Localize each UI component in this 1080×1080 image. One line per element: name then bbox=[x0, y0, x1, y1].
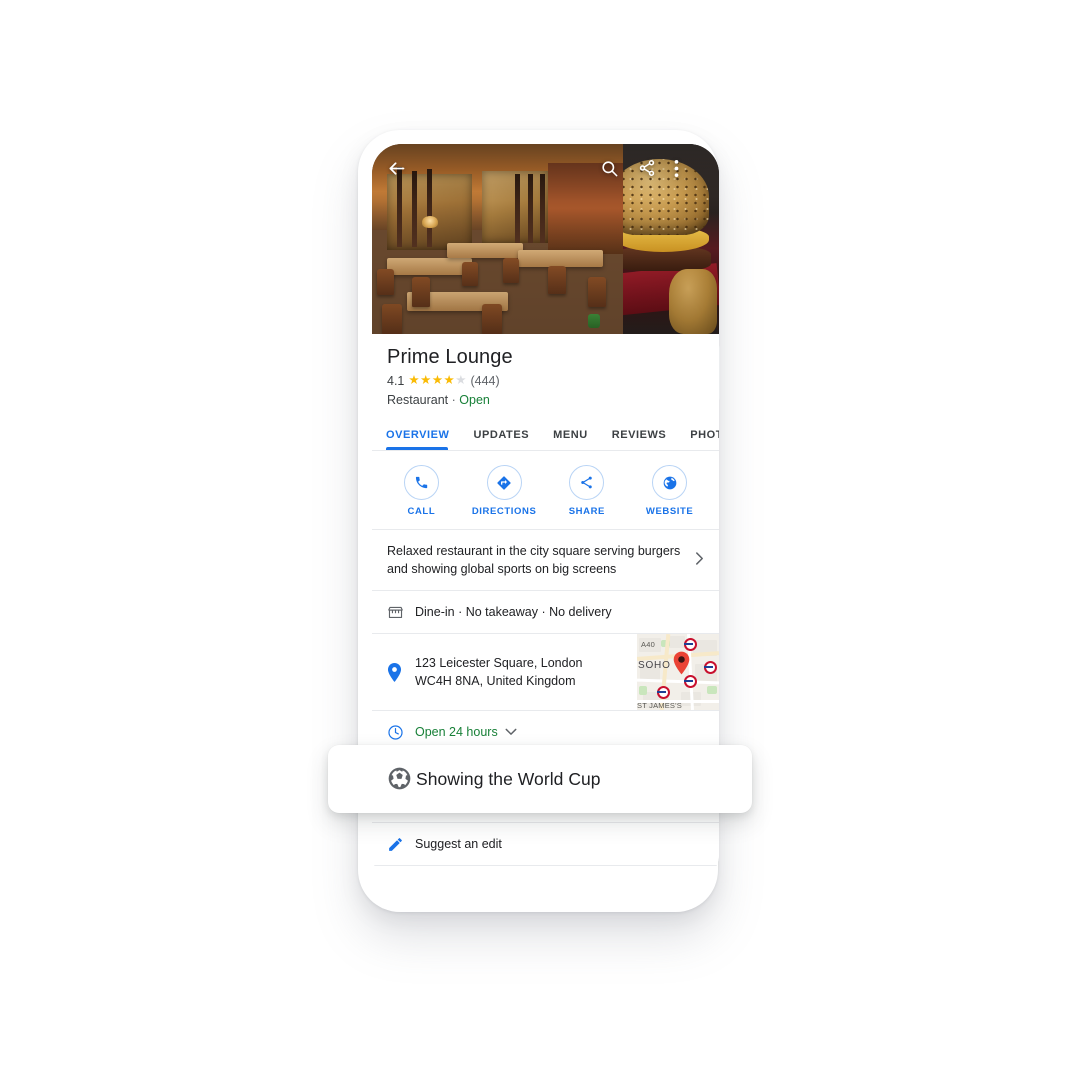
address-line-2: WC4H 8NA, United Kingdom bbox=[415, 674, 576, 689]
pencil-icon bbox=[387, 836, 415, 853]
website-button-circle bbox=[652, 465, 688, 500]
call-button[interactable]: CALL bbox=[385, 465, 457, 517]
chevron-right-icon[interactable] bbox=[687, 551, 704, 570]
tab-menu[interactable]: MENU bbox=[541, 430, 600, 450]
showing-world-cup-card[interactable]: Showing the World Cup bbox=[328, 745, 752, 813]
map-label-st-jamess: ST JAMES'S bbox=[637, 701, 682, 711]
page-title: Prime Lounge bbox=[387, 346, 513, 368]
showing-world-cup-label: Showing the World Cup bbox=[416, 768, 601, 789]
hours-content: Open 24 hours bbox=[415, 723, 704, 741]
description-row[interactable]: Relaxed restaurant in the city square se… bbox=[372, 530, 719, 592]
star-filled: ★ bbox=[420, 373, 432, 388]
map-thumbnail[interactable]: A40 SOHO ST JAMES'S bbox=[637, 634, 719, 711]
rating-row[interactable]: 4.1 ★ ★ ★ ★ ★ (444) bbox=[387, 374, 704, 388]
address-row[interactable]: 123 Leicester Square, London WC4H 8NA, U… bbox=[372, 634, 719, 712]
map-label-a40: A40 bbox=[641, 640, 655, 650]
separator-dot: · bbox=[451, 393, 456, 407]
suggest-edit-text: Suggest an edit bbox=[415, 837, 502, 852]
address-left: 123 Leicester Square, London WC4H 8NA, U… bbox=[372, 634, 637, 710]
website-button-label: WEBSITE bbox=[645, 506, 694, 517]
rating-stars: ★ ★ ★ ★ ★ bbox=[408, 374, 466, 387]
back-arrow-icon[interactable] bbox=[383, 155, 409, 181]
tab-updates[interactable]: UPDATES bbox=[462, 430, 542, 450]
photo-gallery-strip[interactable] bbox=[372, 144, 719, 334]
category-status-row: Restaurant · Open bbox=[387, 393, 704, 407]
tab-reviews[interactable]: REVIEWS bbox=[600, 430, 679, 450]
chevron-down-icon[interactable] bbox=[505, 723, 517, 741]
tab-bar: OVERVIEW UPDATES MENU REVIEWS PHOTOS bbox=[372, 417, 719, 451]
tab-photos[interactable]: PHOTOS bbox=[678, 430, 719, 450]
description-text: Relaxed restaurant in the city square se… bbox=[387, 544, 681, 577]
star-filled: ★ bbox=[431, 373, 444, 388]
address-line-1: 123 Leicester Square, London bbox=[415, 656, 583, 671]
website-button[interactable]: WEBSITE bbox=[634, 465, 706, 517]
service-options-row[interactable]: Dine-in · No takeaway · No delivery bbox=[372, 591, 719, 635]
call-button-label: CALL bbox=[407, 506, 436, 517]
globe-icon bbox=[663, 476, 676, 489]
place-category: Restaurant bbox=[387, 393, 449, 407]
suggest-edit-row[interactable]: Suggest an edit bbox=[372, 823, 719, 867]
active-tab-indicator bbox=[386, 447, 448, 450]
place-header: Prime Lounge 4.1 ★ ★ ★ ★ ★ (444) Restaur… bbox=[372, 334, 719, 417]
map-pin-icon bbox=[387, 662, 415, 682]
share-icon[interactable] bbox=[634, 155, 660, 181]
review-count: (444) bbox=[470, 374, 500, 388]
share-button[interactable]: SHARE bbox=[551, 465, 623, 517]
directions-icon bbox=[497, 475, 511, 490]
star-empty: ★ bbox=[455, 373, 467, 388]
address-text: 123 Leicester Square, London WC4H 8NA, U… bbox=[415, 654, 637, 690]
storefront-icon bbox=[387, 604, 415, 621]
share-button-label: SHARE bbox=[568, 506, 605, 517]
rating-value: 4.1 bbox=[387, 374, 405, 388]
call-button-circle bbox=[403, 465, 439, 500]
phone-icon bbox=[415, 476, 428, 489]
share-icon bbox=[581, 476, 593, 489]
hours-text: Open 24 hours bbox=[415, 725, 498, 740]
clock-icon bbox=[387, 724, 415, 741]
map-marker-icon bbox=[673, 651, 690, 675]
more-vertical-icon[interactable] bbox=[663, 155, 689, 181]
screenshot-canvas: Prime Lounge 4.1 ★ ★ ★ ★ ★ (444) Restaur… bbox=[0, 0, 1080, 1080]
directions-button-circle bbox=[486, 465, 522, 500]
soccer-ball-icon bbox=[387, 766, 412, 796]
service-options-text: Dine-in · No takeaway · No delivery bbox=[415, 605, 612, 620]
status-badge: Open bbox=[459, 393, 490, 407]
directions-button[interactable]: DIRECTIONS bbox=[468, 465, 540, 517]
star-filled: ★ bbox=[443, 373, 455, 388]
directions-button-label: DIRECTIONS bbox=[471, 506, 537, 517]
map-label-soho: SOHO bbox=[638, 660, 671, 672]
search-icon[interactable] bbox=[596, 155, 622, 181]
photo-header-controls bbox=[372, 144, 719, 192]
share-button-circle bbox=[569, 465, 605, 500]
action-button-row: CALL DIRECTIONS SHARE WEBSITE bbox=[372, 451, 719, 530]
star-filled: ★ bbox=[408, 373, 420, 388]
